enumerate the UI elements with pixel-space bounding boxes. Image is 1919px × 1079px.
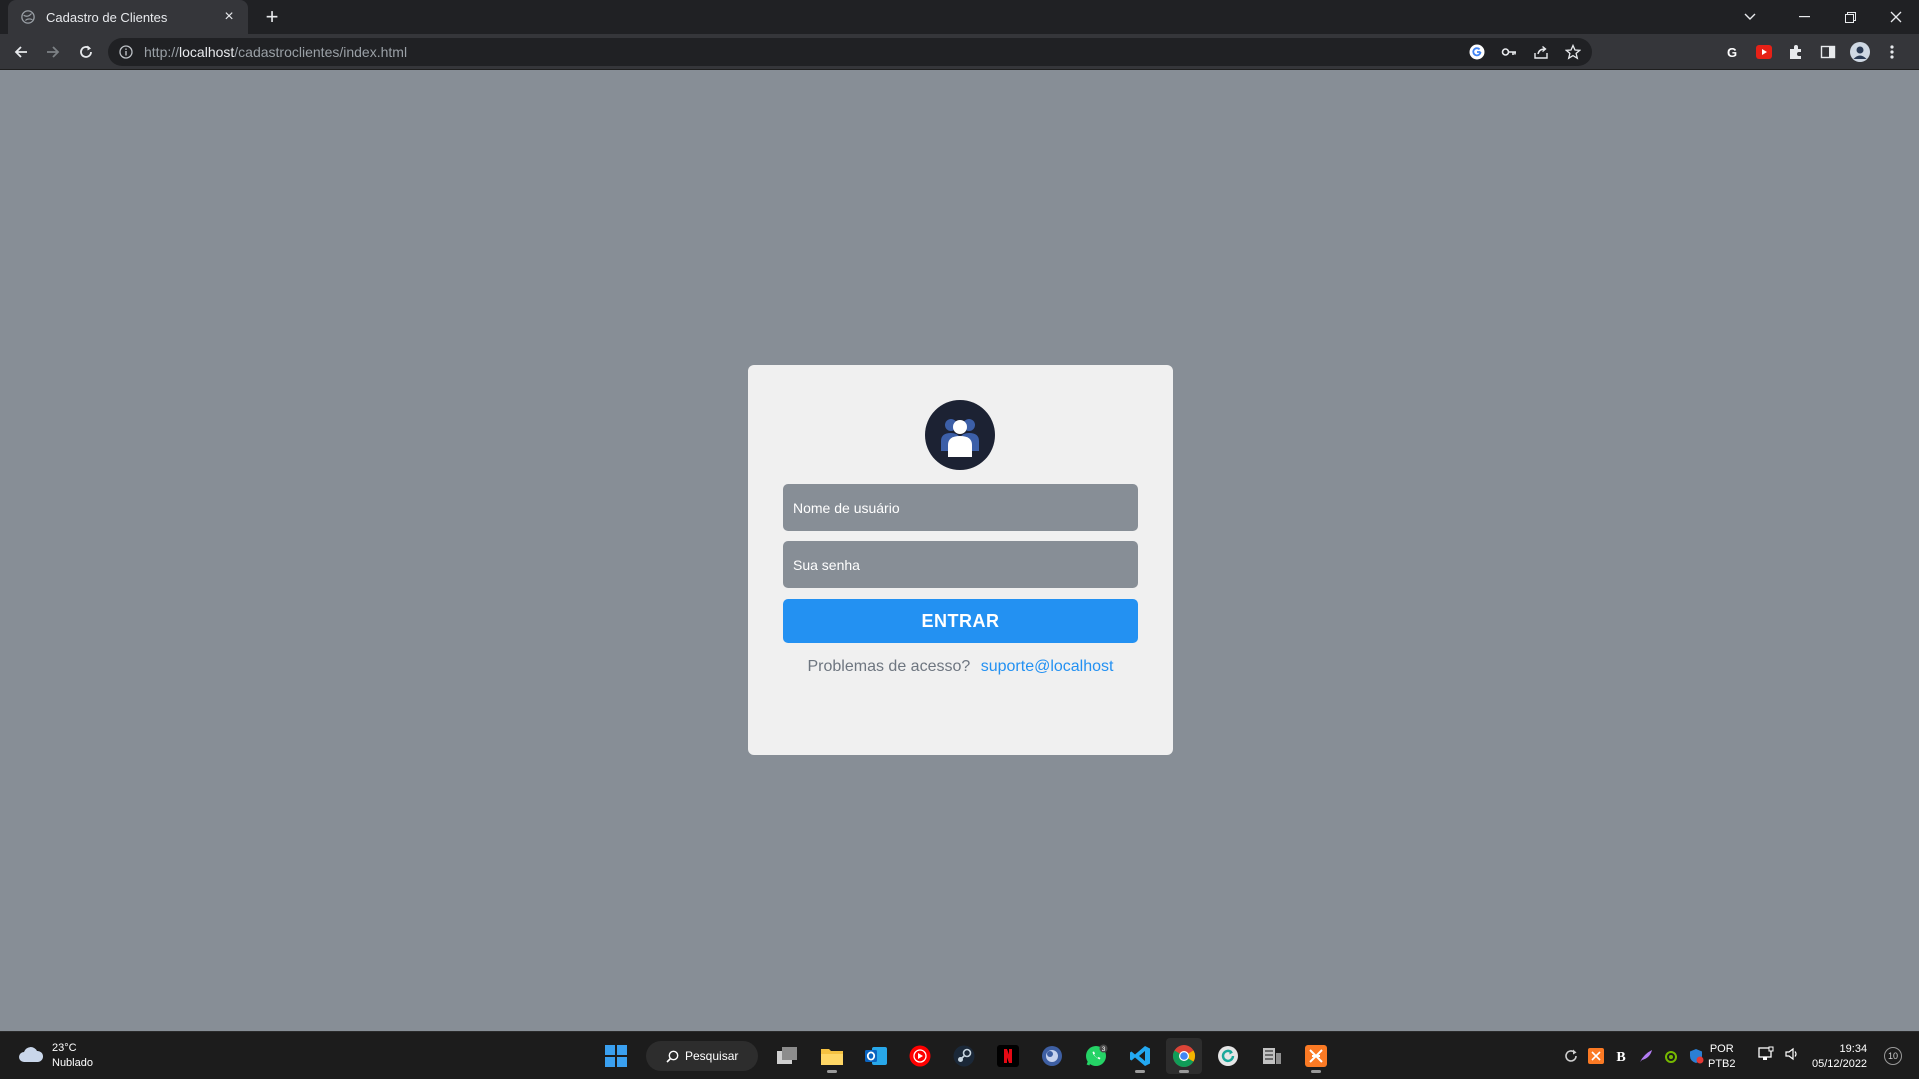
- volume-icon[interactable]: [1784, 1046, 1800, 1067]
- profile-avatar-icon[interactable]: [1850, 42, 1870, 62]
- clock-time: 19:34: [1839, 1043, 1868, 1055]
- file-explorer-icon[interactable]: [814, 1038, 850, 1074]
- site-info-icon[interactable]: [118, 44, 134, 60]
- outlook-icon[interactable]: [858, 1038, 894, 1074]
- search-icon: [666, 1050, 679, 1063]
- weather-temp: 23°C: [52, 1042, 77, 1054]
- access-help: Problemas de acesso? suporte@localhost: [748, 658, 1173, 676]
- address-bar[interactable]: http://localhost/cadastroclientes/index.…: [108, 38, 1592, 66]
- weather-widget[interactable]: 23°C Nublado: [18, 1041, 93, 1071]
- notification-badge[interactable]: 10: [1884, 1047, 1902, 1065]
- steam-icon[interactable]: [946, 1038, 982, 1074]
- google-icon[interactable]: [1468, 43, 1486, 61]
- youtube-extension-icon[interactable]: [1754, 42, 1774, 62]
- tab-title: Cadastro de Clientes: [46, 9, 168, 25]
- xampp-icon[interactable]: [1298, 1038, 1334, 1074]
- tray-b-icon[interactable]: B: [1612, 1047, 1630, 1065]
- help-question: Problemas de acesso?: [807, 658, 971, 675]
- reload-icon[interactable]: [72, 38, 100, 66]
- close-window-icon[interactable]: [1873, 0, 1919, 34]
- sync-app-icon[interactable]: [1210, 1038, 1246, 1074]
- tray-nvidia-icon[interactable]: [1662, 1047, 1680, 1065]
- bookmark-star-icon[interactable]: [1564, 43, 1582, 61]
- keyboard-layout: PTB2: [1708, 1058, 1736, 1070]
- support-email-link[interactable]: suporte@localhost: [981, 658, 1114, 675]
- chrome-icon[interactable]: [1166, 1038, 1202, 1074]
- cloud-icon: [18, 1045, 44, 1068]
- menu-kebab-icon[interactable]: [1882, 42, 1902, 62]
- minimize-icon[interactable]: [1781, 0, 1827, 34]
- forward-arrow-icon[interactable]: [39, 38, 67, 66]
- tab-search-chevron-icon[interactable]: [1727, 0, 1773, 34]
- tray-security-icon[interactable]: [1687, 1047, 1705, 1065]
- lang-code: POR: [1709, 1043, 1734, 1055]
- whatsapp-badge: 3: [1102, 1046, 1106, 1053]
- database-app-icon[interactable]: [1254, 1038, 1290, 1074]
- tab-close-icon[interactable]: ×: [220, 8, 238, 26]
- browser-tab[interactable]: Cadastro de Clientes ×: [8, 0, 248, 34]
- task-view-icon[interactable]: [770, 1038, 806, 1074]
- clock[interactable]: 19:34 05/12/2022: [1812, 1042, 1867, 1072]
- netflix-icon[interactable]: [990, 1038, 1026, 1074]
- youtube-music-icon[interactable]: [902, 1038, 938, 1074]
- login-card: ENTRAR Problemas de acesso? suporte@loca…: [748, 365, 1173, 755]
- user-avatar-icon: [925, 400, 995, 470]
- vscode-icon[interactable]: [1122, 1038, 1158, 1074]
- back-arrow-icon[interactable]: [7, 38, 35, 66]
- side-panel-icon[interactable]: [1818, 42, 1838, 62]
- login-button[interactable]: ENTRAR: [783, 599, 1138, 643]
- username-input[interactable]: [783, 484, 1138, 531]
- tray-feather-icon[interactable]: [1637, 1047, 1655, 1065]
- input-language[interactable]: POR PTB2: [1708, 1042, 1736, 1072]
- new-tab-button[interactable]: +: [258, 3, 286, 31]
- restore-icon[interactable]: [1827, 0, 1873, 34]
- search-label: Pesquisar: [685, 1049, 739, 1063]
- whatsapp-icon[interactable]: 3: [1078, 1038, 1114, 1074]
- app-circle-icon[interactable]: [1034, 1038, 1070, 1074]
- key-icon[interactable]: [1500, 43, 1518, 61]
- windows-taskbar: 23°C Nublado Pesquisar 3 B POR PTB2 19:3…: [0, 1031, 1919, 1079]
- extensions-puzzle-icon[interactable]: [1786, 42, 1806, 62]
- tray-xampp-icon[interactable]: [1587, 1047, 1605, 1065]
- share-icon[interactable]: [1532, 43, 1550, 61]
- clock-date: 05/12/2022: [1812, 1058, 1868, 1070]
- password-input[interactable]: [783, 541, 1138, 588]
- browser-toolbar: http://localhost/cadastroclientes/index.…: [0, 34, 1919, 70]
- start-windows-icon[interactable]: [598, 1038, 634, 1074]
- network-icon[interactable]: [1758, 1046, 1774, 1067]
- taskbar-search[interactable]: Pesquisar: [646, 1041, 758, 1071]
- browser-tabstrip: Cadastro de Clientes × +: [0, 0, 1919, 34]
- svg-text:G: G: [1727, 45, 1737, 60]
- url-text: http://localhost/cadastroclientes/index.…: [144, 44, 408, 60]
- grammarly-extension-icon[interactable]: G: [1722, 42, 1742, 62]
- globe-icon: [20, 9, 36, 25]
- svg-text:B: B: [1616, 1050, 1625, 1064]
- weather-desc: Nublado: [52, 1057, 93, 1069]
- tray-sync-icon[interactable]: [1562, 1047, 1580, 1065]
